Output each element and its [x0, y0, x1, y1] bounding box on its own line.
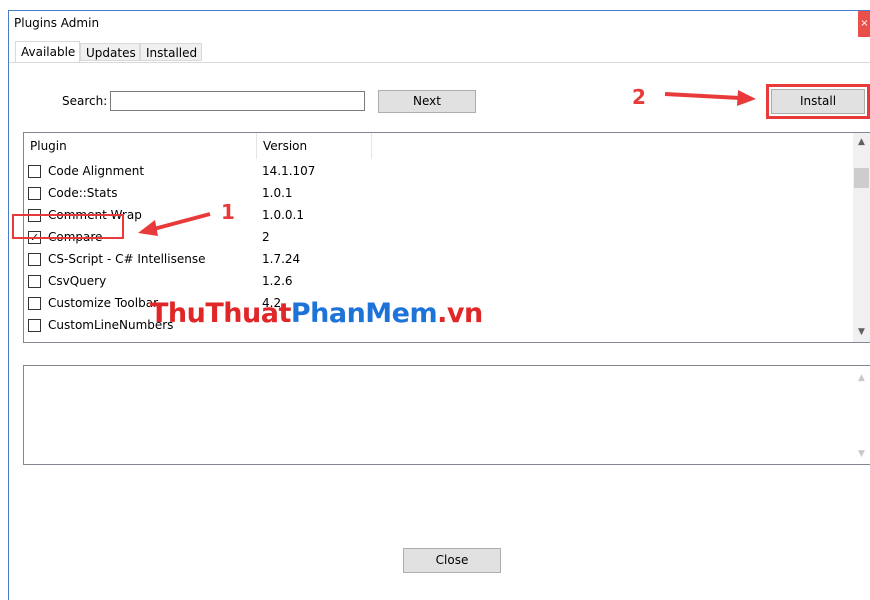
- arrow-1-head: [138, 220, 158, 236]
- watermark-part3: .vn: [437, 298, 483, 329]
- annotation-step-1: 1: [221, 200, 235, 224]
- watermark-part1: ThuThuat: [150, 298, 291, 329]
- arrow-1-line: [149, 212, 211, 232]
- watermark-part2: PhanMem: [290, 298, 438, 329]
- annotation-step-2: 2: [632, 85, 646, 109]
- arrow-2-line: [664, 92, 741, 100]
- watermark-logo: ThuThuatPhanMem.vn: [150, 298, 483, 329]
- arrow-2-head: [737, 90, 756, 106]
